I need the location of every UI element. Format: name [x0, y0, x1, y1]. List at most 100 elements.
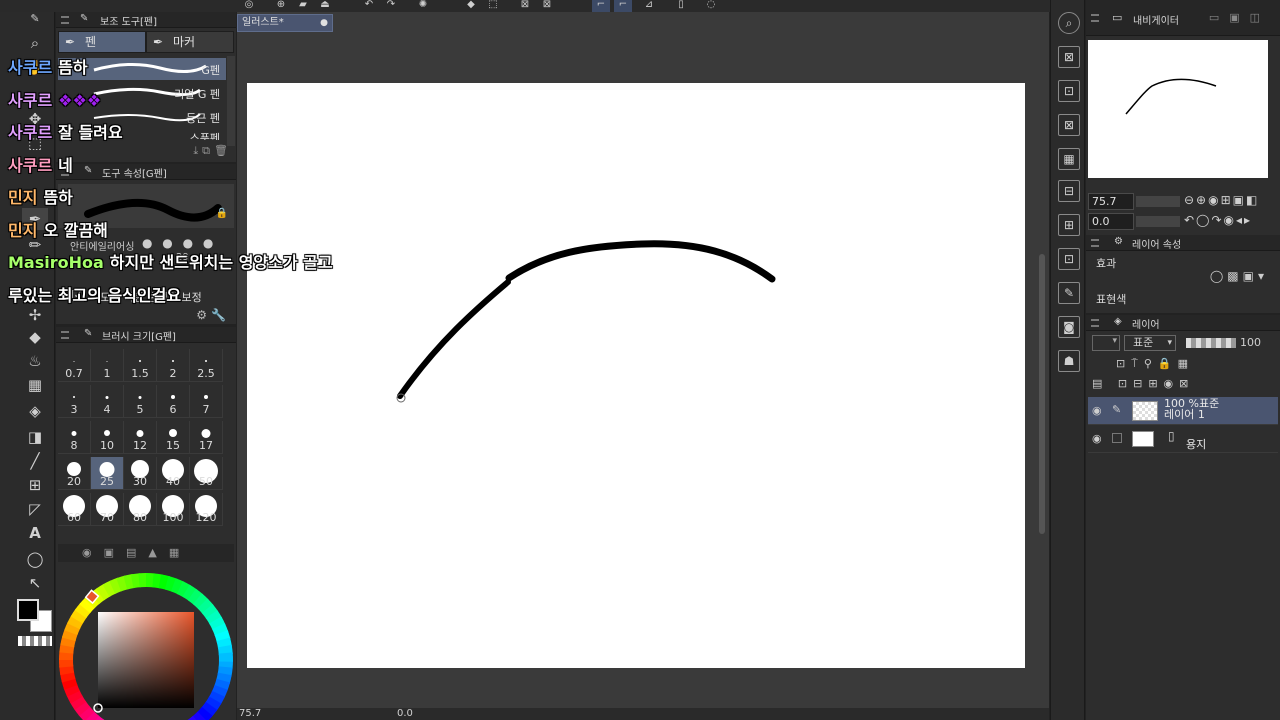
close-icon[interactable]: ● — [320, 15, 328, 31]
brush-size-120[interactable]: 120 — [190, 493, 223, 526]
color-wheel[interactable] — [56, 562, 236, 720]
tab-pen[interactable]: ✒ 펜 — [58, 31, 146, 53]
clear-icon[interactable]: ⊠ — [516, 0, 534, 12]
document-tab[interactable]: 일러스트* ● — [237, 14, 333, 32]
brush-size-footer-icons[interactable]: ◉▣▤▲▦ — [58, 544, 234, 562]
opacity-slider[interactable] — [1186, 338, 1236, 348]
brush-size-17[interactable]: 17 — [190, 421, 223, 454]
brush-size-25[interactable]: 25 — [91, 457, 124, 490]
rotation-buttons[interactable]: ↶◯↷◉◂▸ — [1184, 213, 1252, 227]
device-icon[interactable]: ▯ — [672, 0, 690, 12]
layer-color-dropdown[interactable]: ▾ — [1092, 335, 1120, 351]
brush-size-20[interactable]: 20 — [58, 457, 91, 490]
material-5-icon[interactable]: ⊞ — [1058, 214, 1080, 236]
balloon-icon[interactable]: ◯ — [22, 548, 48, 570]
zoom-buttons[interactable]: ⊖⊕◉⊞▣◧ — [1184, 193, 1259, 207]
rotation-slider[interactable] — [1136, 216, 1180, 227]
zoom-value[interactable]: 75.7 — [1088, 193, 1134, 210]
chat-bubble-icon[interactable]: ◌ — [702, 0, 720, 12]
clip-studio-icon[interactable]: ◎ — [240, 0, 258, 12]
panel-grip-icon[interactable] — [1091, 239, 1099, 247]
property-footer-icons[interactable]: ⚙🔧 — [196, 308, 230, 322]
ruler-icon[interactable]: ⊿ — [640, 0, 658, 12]
material-4-icon[interactable]: ▦ — [1058, 148, 1080, 170]
brush-size-0.7[interactable]: 0.7 — [58, 349, 91, 382]
snap-ruler-icon[interactable]: ⌐ — [614, 0, 632, 12]
zoom-icon[interactable]: ⌕ — [22, 32, 48, 54]
panel-grip-icon[interactable] — [61, 16, 69, 24]
brush-size-3[interactable]: 3 — [58, 385, 91, 418]
brush-size-7[interactable]: 7 — [190, 385, 223, 418]
status-zoom[interactable]: 75.7 — [239, 708, 261, 720]
panel-grip-icon[interactable] — [1091, 14, 1099, 22]
camera-icon[interactable]: ◙ — [1058, 316, 1080, 338]
brush-size-6[interactable]: 6 — [157, 385, 190, 418]
brush-size-8[interactable]: 8 — [58, 421, 91, 454]
subtool-scrollbar[interactable] — [227, 56, 235, 146]
layer-action-icons[interactable]: ▤ ⊡⊟⊞◉⊠ — [1092, 377, 1194, 390]
layer-row-paper[interactable]: ◉ ▯ 용지 — [1088, 425, 1278, 453]
panel-grip-icon[interactable] — [61, 331, 69, 339]
canvas-scrollbar[interactable] — [1039, 34, 1045, 720]
brush-size-15[interactable]: 15 — [157, 421, 190, 454]
brush-size-70[interactable]: 70 — [91, 493, 124, 526]
loading-icon[interactable]: ✺ — [414, 0, 432, 12]
eraser-icon[interactable]: ◆ — [22, 326, 48, 348]
layer-search-icon[interactable]: ⊟ — [1058, 180, 1080, 202]
brush-size-1[interactable]: 1 — [91, 349, 124, 382]
open-folder-icon[interactable]: ▰ — [294, 0, 312, 12]
tab-marker[interactable]: ✒ 마커 — [146, 31, 234, 53]
antialias-options[interactable]: ● ● ● ● — [142, 236, 216, 250]
rotation-value[interactable]: 0.0 — [1088, 213, 1134, 230]
brush-size-1.5[interactable]: 1.5 — [124, 349, 157, 382]
brush-size-12[interactable]: 12 — [124, 421, 157, 454]
status-angle[interactable]: 0.0 — [397, 708, 413, 720]
search-icon[interactable]: ⌕ — [1058, 12, 1080, 34]
zoom-slider[interactable] — [1136, 196, 1180, 207]
navigator-view-icons[interactable]: ▭▣◫ — [1209, 11, 1270, 24]
blend-icon[interactable]: ♨ — [22, 350, 48, 372]
eye-icon[interactable]: ◉ — [1092, 432, 1102, 445]
ruler-tool-icon[interactable]: ◸ — [22, 498, 48, 520]
transparent-color-swatch[interactable] — [18, 636, 52, 646]
correct-line-icon[interactable]: ↖ — [22, 572, 48, 594]
save-icon[interactable]: ⏏ — [316, 0, 334, 12]
main-color-swatch[interactable] — [17, 599, 39, 621]
brush-size-50[interactable]: 50 — [190, 457, 223, 490]
layer-row-layer1[interactable]: ◉ ✎ 100 %표준 레이어 1 — [1088, 397, 1278, 425]
effect-icons[interactable]: ◯▩▣▾ — [1210, 269, 1268, 283]
fill-selection-icon[interactable]: ◆ — [462, 0, 480, 12]
subtool-footer-icons[interactable]: ⤓⧉🗑 — [193, 144, 232, 158]
brush-size-100[interactable]: 100 — [157, 493, 190, 526]
figure-icon[interactable]: ☗ — [1058, 350, 1080, 372]
redo-icon[interactable]: ↷ — [382, 0, 400, 12]
edit-icon[interactable]: ✎ — [1058, 282, 1080, 304]
layer-lock-icons[interactable]: ⊡⍑⚲🔒▦ — [1116, 357, 1194, 371]
material-2-icon[interactable]: ⊡ — [1058, 80, 1080, 102]
fill-icon[interactable]: ◈ — [22, 400, 48, 422]
grid-icon[interactable]: ▦ — [22, 374, 48, 396]
line-icon[interactable]: ╱ — [22, 450, 48, 472]
brush-size-40[interactable]: 40 — [157, 457, 190, 490]
snap-icon[interactable]: ⌐ — [592, 0, 610, 12]
brush-size-80[interactable]: 80 — [124, 493, 157, 526]
eye-icon[interactable]: ◉ — [1092, 404, 1102, 417]
blend-mode-select[interactable]: 표준 ▾ — [1124, 335, 1176, 351]
new-file-icon[interactable]: ⊕ — [272, 0, 290, 12]
text-icon[interactable]: A — [22, 522, 48, 544]
scrollbar-thumb[interactable] — [1039, 254, 1045, 534]
opacity-value[interactable]: 100 — [1240, 336, 1261, 349]
material-3-icon[interactable]: ⊠ — [1058, 114, 1080, 136]
clear-outside-icon[interactable]: ⊠ — [538, 0, 556, 12]
brush-size-5[interactable]: 5 — [124, 385, 157, 418]
material-icon[interactable]: ⊠ — [1058, 46, 1080, 68]
brush-icon[interactable]: ✎ — [22, 12, 48, 26]
panel-grip-icon[interactable] — [1091, 319, 1099, 327]
brush-size-30[interactable]: 30 — [124, 457, 157, 490]
brush-size-2.5[interactable]: 2.5 — [190, 349, 223, 382]
frame-icon[interactable]: ⊞ — [22, 474, 48, 496]
drawing-paper[interactable] — [247, 83, 1025, 668]
lock-icon[interactable]: 🔒 — [216, 208, 228, 219]
brush-size-60[interactable]: 60 — [58, 493, 91, 526]
material-6-icon[interactable]: ⊡ — [1058, 248, 1080, 270]
